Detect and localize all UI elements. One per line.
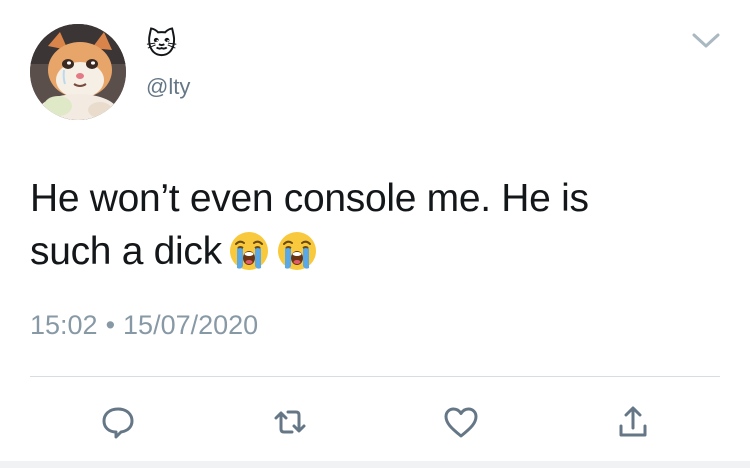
like-button[interactable] — [441, 402, 481, 442]
tweet-card: 🐱 @lty He won’t even console me. He is s… — [0, 0, 750, 468]
cat-face-emoji: 🐱 — [146, 28, 178, 61]
crying-cat-avatar-image — [30, 24, 126, 120]
tweet-date: 15/07/2020 — [123, 310, 259, 340]
tweet-time: 15:02 — [30, 310, 98, 340]
separator-dot: • — [105, 310, 116, 340]
divider — [30, 376, 720, 377]
bottom-edge — [0, 461, 750, 468]
tweet-text: He won’t even console me. He is such a d… — [30, 172, 720, 278]
tweet-text-line-2: such a dick — [30, 225, 720, 278]
reply-button[interactable] — [98, 402, 138, 442]
share-button[interactable] — [613, 402, 653, 442]
heart-icon — [444, 407, 478, 438]
display-name[interactable]: 🐱 — [146, 28, 177, 62]
chevron-down-icon — [692, 33, 720, 48]
speech-bubble-icon — [102, 407, 134, 439]
retweet-icon — [274, 410, 306, 434]
tweet-menu-button[interactable] — [688, 28, 724, 52]
tweet-timestamp[interactable]: 15:02 • 15/07/2020 — [30, 309, 258, 341]
tweet-text-line-1: He won’t even console me. He is — [30, 177, 589, 220]
share-icon — [619, 406, 647, 437]
user-handle[interactable]: @lty — [146, 74, 190, 100]
tweet-text-line-2-words: such a dick — [30, 230, 222, 273]
avatar[interactable] — [30, 24, 126, 120]
retweet-button[interactable] — [270, 402, 310, 442]
loudly-crying-face-emoji — [228, 230, 270, 272]
loudly-crying-face-emoji — [276, 230, 318, 272]
